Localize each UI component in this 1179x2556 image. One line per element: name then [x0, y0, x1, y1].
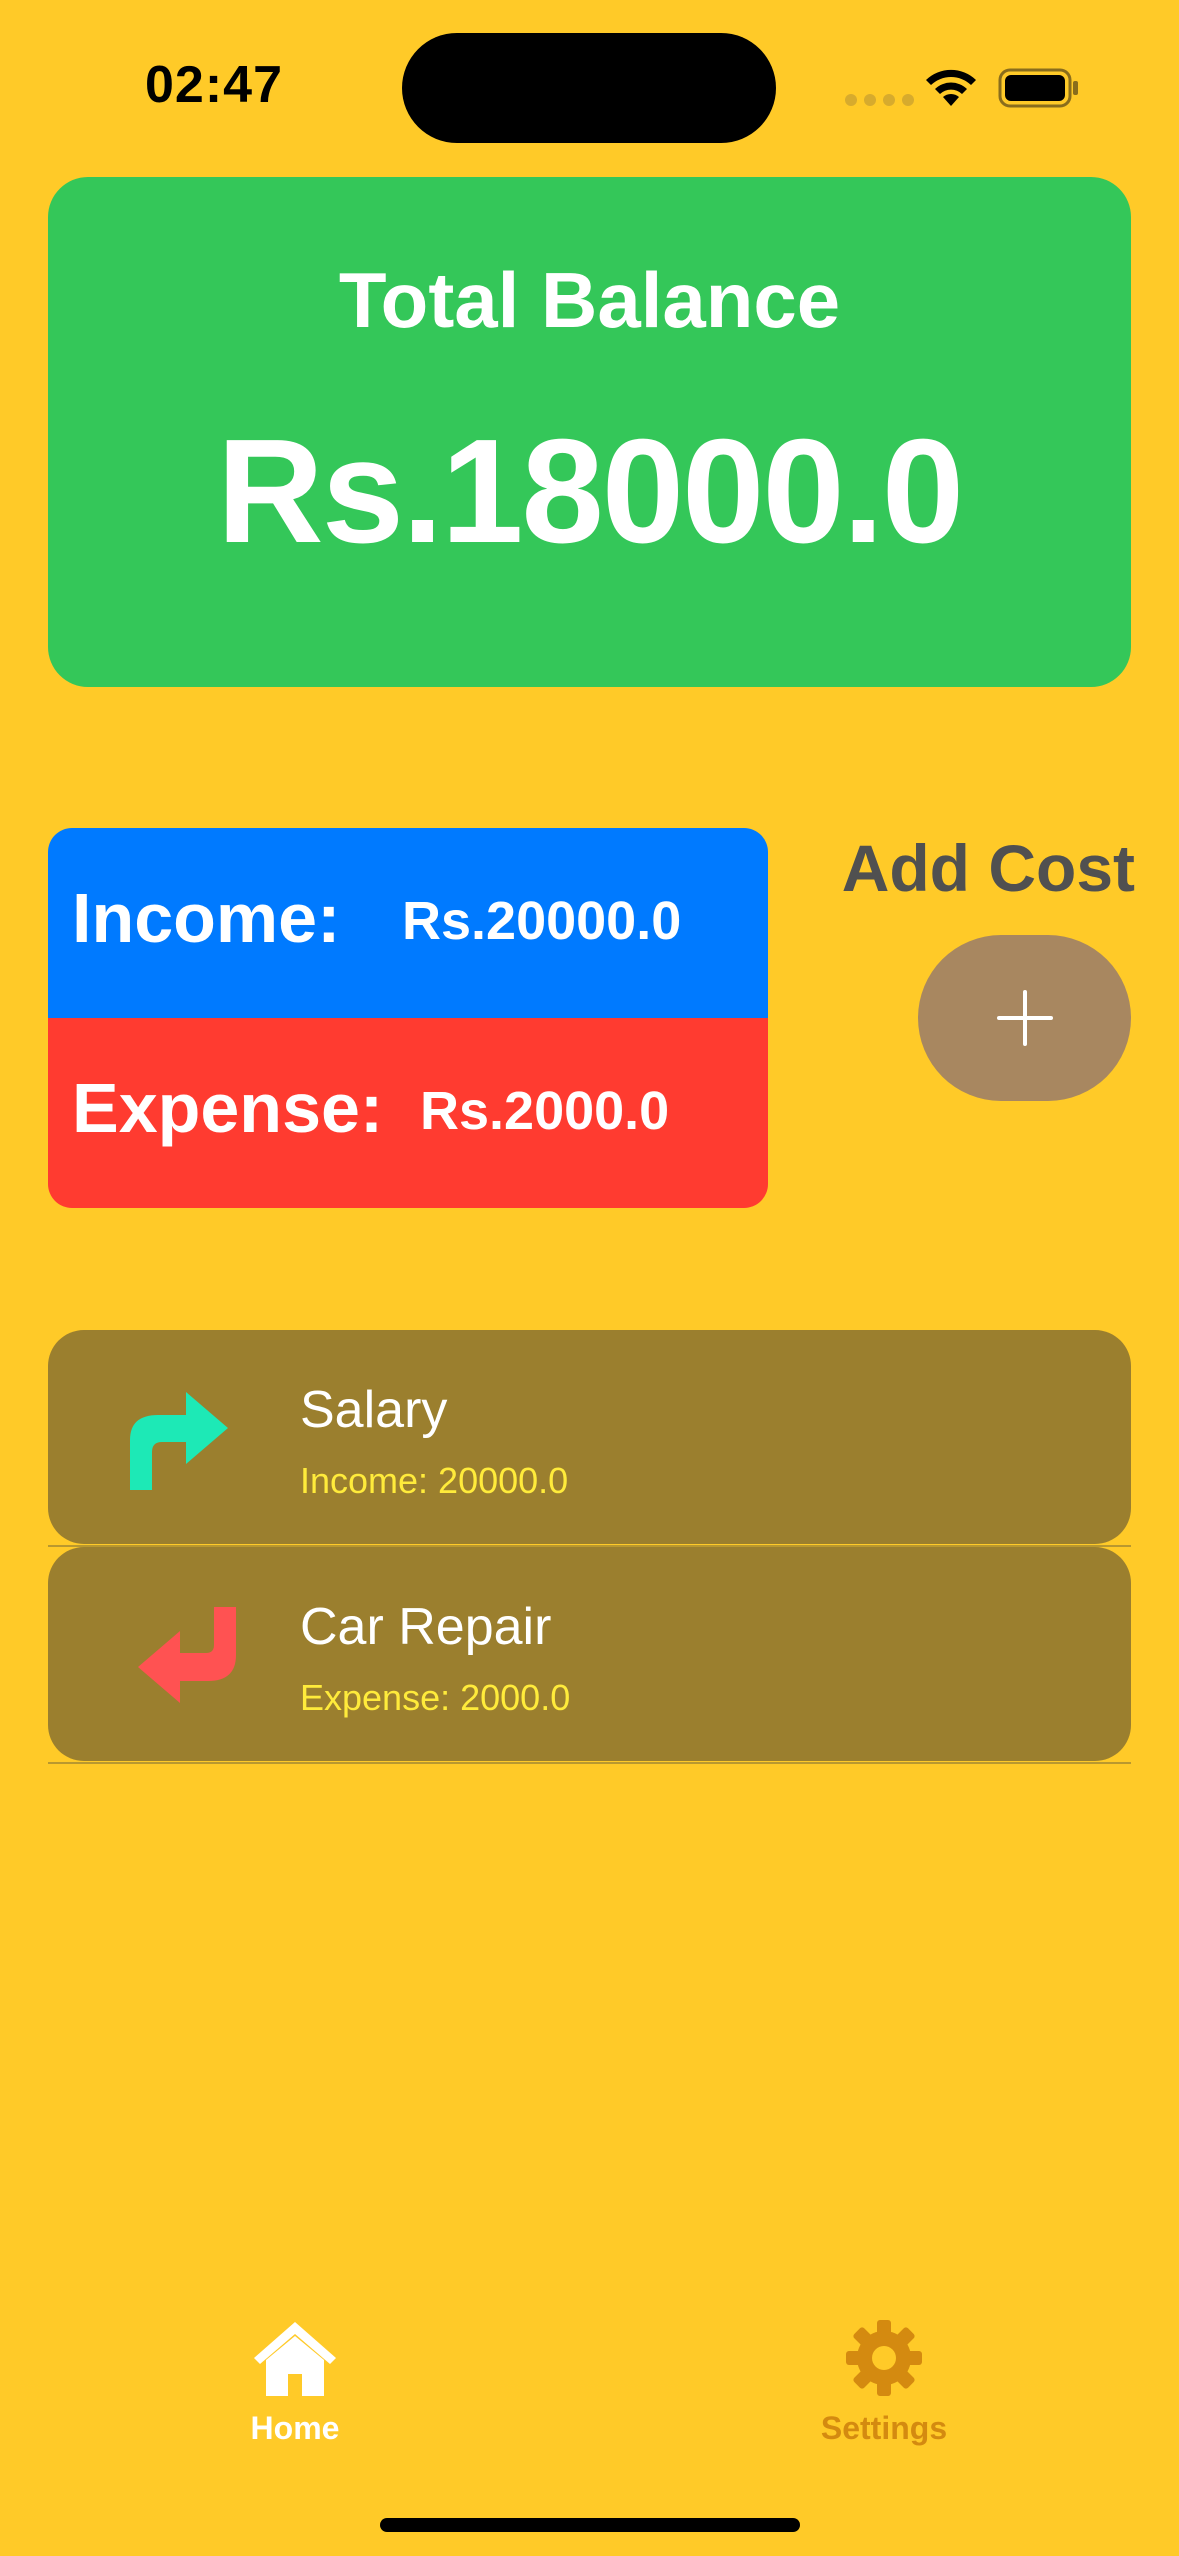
- transaction-item[interactable]: Car Repair Expense: 2000.0: [48, 1547, 1131, 1761]
- plus-icon: [996, 990, 1053, 1046]
- transaction-title: Salary: [300, 1381, 448, 1439]
- cellular-signal-icon: [845, 94, 914, 106]
- tab-settings-label: Settings: [820, 2410, 948, 2446]
- expense-label: Expense:: [72, 1069, 384, 1147]
- add-cost-button[interactable]: [918, 935, 1131, 1101]
- status-time: 02:47: [145, 56, 283, 114]
- transaction-subtitle: Expense: 2000.0: [300, 1677, 571, 1718]
- transaction-subtitle: Income: 20000.0: [300, 1460, 569, 1501]
- add-cost-label: Add Cost: [841, 831, 1135, 905]
- income-label: Income:: [72, 879, 341, 957]
- wifi-icon: [926, 69, 976, 106]
- income-value: Rs.20000.0: [402, 891, 682, 951]
- expense-row: Expense: Rs.2000.0: [48, 1018, 768, 1208]
- balance-title: Total Balance: [338, 256, 841, 344]
- house-icon: [254, 2322, 336, 2396]
- arrow-turn-left-icon: [138, 1607, 236, 1703]
- home-indicator: [380, 2518, 800, 2532]
- arrow-turn-right-icon: [130, 1392, 228, 1490]
- gear-icon: [846, 2320, 922, 2396]
- tab-home[interactable]: Home: [175, 2318, 415, 2447]
- transaction-title: Car Repair: [300, 1598, 552, 1656]
- income-row: Income: Rs.20000.0: [48, 828, 768, 1018]
- battery-icon: [998, 68, 1078, 108]
- transaction-item[interactable]: Salary Income: 20000.0: [48, 1330, 1131, 1544]
- tab-settings[interactable]: Settings: [764, 2318, 1004, 2447]
- balance-amount: Rs.18000.0: [216, 409, 964, 574]
- expense-value: Rs.2000.0: [420, 1081, 670, 1141]
- divider: [48, 1762, 1131, 1764]
- dynamic-island: [402, 33, 776, 143]
- tab-home-label: Home: [250, 2410, 340, 2446]
- total-balance-card: Total Balance Rs.18000.0: [48, 177, 1131, 687]
- income-expense-card: Income: Rs.20000.0 Expense: Rs.2000.0: [48, 828, 768, 1208]
